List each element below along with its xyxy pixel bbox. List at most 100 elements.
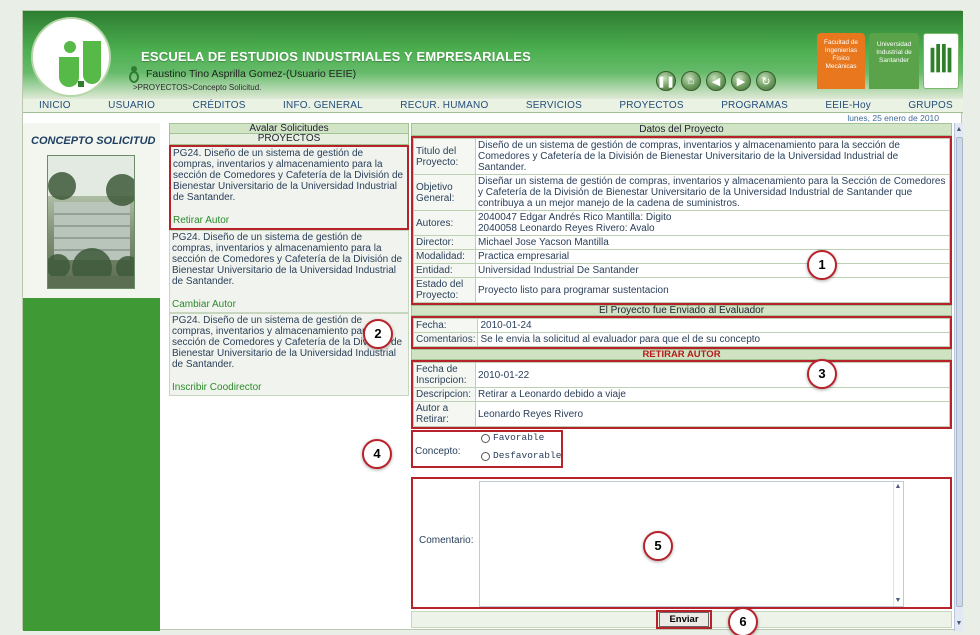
user-icon (129, 66, 139, 83)
faculty-badge: Facultad de Ingenierías Físico Mecánicas (817, 33, 865, 89)
building-photo (47, 155, 135, 289)
table-row: Descripcion: Retirar a Leonardo debido a… (413, 387, 950, 402)
school-logo (31, 17, 111, 97)
radio-button[interactable] (481, 433, 490, 443)
request-item[interactable]: PG24. Diseño de un sistema de gestión de… (169, 230, 409, 313)
field-value: Michael Jose Yacson Mantilla (475, 235, 950, 250)
table-row: Entidad: Universidad Industrial De Santa… (413, 263, 950, 278)
table-row: Director: Michael Jose Yacson Mantilla (413, 235, 950, 250)
field-value: Se le envia la solicitud al evaluador pa… (477, 332, 950, 347)
field-value: Leonardo Reyes Rivero (475, 401, 950, 427)
menu-item-info-general[interactable]: INFO. GENERAL (283, 99, 363, 112)
table-row: Comentarios: Se le envia la solicitud al… (412, 332, 950, 347)
field-value: Diseño de un sistema de gestión de compr… (475, 138, 950, 175)
university-badge: Universidad Industrial de Santander (869, 33, 919, 89)
callout-marker-1: 1 (807, 250, 837, 280)
field-label: Director: (413, 235, 476, 250)
evaluator-header: El Proyecto fue Enviado al Evaluador (411, 305, 952, 316)
menu-item-inicio[interactable]: INICIO (39, 99, 71, 112)
radio-button[interactable] (481, 451, 490, 461)
scroll-up-icon[interactable]: ▲ (894, 482, 902, 492)
retirar-autor-header: RETIRAR AUTOR (411, 349, 952, 360)
table-row: Autores: 2040047 Edgar Andrés Rico Manti… (413, 210, 950, 236)
requests-subheader: PROYECTOS (169, 134, 409, 145)
project-details-panel: Datos del Proyecto Titulo del Proyecto: … (411, 123, 952, 635)
table-row: Estado del Proyecto: Proyecto listo para… (413, 277, 950, 303)
scroll-down-icon[interactable]: ▼ (894, 596, 902, 606)
field-value: 2010-01-24 (477, 318, 950, 333)
requests-panel: Avalar Solicitudes PROYECTOS PG24. Diseñ… (169, 123, 409, 396)
field-value: Practica empresarial (475, 249, 950, 264)
radio-desfavorable[interactable]: Desfavorable (481, 450, 561, 462)
menu-item-recur-humano[interactable]: RECUR. HUMANO (400, 99, 488, 112)
callout-marker-6: 6 (728, 607, 758, 635)
retirar-autor-link[interactable]: Retirar Autor (173, 215, 405, 226)
current-date: lunes, 25 enero de 2010 (847, 113, 939, 123)
project-data-box: Titulo del Proyecto: Diseño de un sistem… (411, 136, 952, 305)
inscribir-coodirector-link[interactable]: Inscribir Coodirector (172, 382, 406, 393)
field-label: Entidad: (413, 263, 476, 278)
main-menu: INICIO USUARIO CRÉDITOS INFO. GENERAL RE… (23, 99, 963, 113)
forward-arrow-icon[interactable]: ▶ (731, 71, 751, 91)
app-window: ESCUELA DE ESTUDIOS INDUSTRIALES Y EMPRE… (22, 10, 963, 635)
field-value: Retirar a Leonardo debido a viaje (475, 387, 950, 402)
request-text: PG24. Diseño de un sistema de gestión de… (172, 232, 403, 287)
field-label: Fecha de Inscripcion: (413, 362, 476, 388)
field-label: Objetivo General: (413, 174, 476, 211)
table-row: Fecha: 2010-01-24 (412, 318, 950, 333)
concepto-label: Concepto: (415, 446, 461, 457)
scroll-up-icon[interactable]: ▲ (955, 125, 963, 135)
field-label: Comentarios: (412, 332, 479, 347)
comentario-textarea[interactable]: ▲ ▼ (479, 481, 904, 607)
school-title: ESCUELA DE ESTUDIOS INDUSTRIALES Y EMPRE… (141, 49, 532, 64)
user-name: Faustino Tino Asprilla Gomez-(Usuario EE… (146, 68, 357, 80)
scroll-thumb[interactable] (956, 137, 963, 607)
radio-favorable[interactable]: Favorable (481, 432, 561, 444)
field-label: Autor a Retirar: (413, 401, 476, 427)
home-icon[interactable]: ⌂ (681, 71, 701, 91)
menu-item-eeie-hoy[interactable]: EEIE-Hoy (825, 99, 871, 112)
refresh-icon[interactable]: ↻ (756, 71, 776, 91)
table-row: Objetivo General: Diseñar un sistema de … (413, 174, 950, 211)
comentario-label: Comentario: (419, 535, 474, 546)
concepto-options: Favorable Desfavorable (481, 432, 561, 462)
radio-label: Desfavorable (493, 450, 562, 461)
table-row: Autor a Retirar: Leonardo Reyes Rivero (413, 401, 950, 427)
field-value: Universidad Industrial De Santander (475, 263, 950, 278)
field-value: Diseñar un sistema de gestión de compras… (475, 174, 950, 211)
menu-item-creditos[interactable]: CRÉDITOS (193, 99, 246, 112)
comentario-box: Comentario: ▲ ▼ (411, 477, 952, 609)
menu-item-usuario[interactable]: USUARIO (108, 99, 155, 112)
uis-logo-icon (923, 33, 959, 89)
school-logo-mark (59, 41, 101, 87)
back-arrow-icon[interactable]: ◀ (706, 71, 726, 91)
page-title: CONCEPTO SOLICITUD (31, 135, 156, 147)
field-label: Modalidad: (413, 249, 476, 264)
page-scrollbar[interactable]: ▲ ▼ (954, 123, 963, 631)
sidebar-panel: CONCEPTO SOLICITUD (23, 123, 160, 298)
author-line: 2040058 Leonardo Reyes Rivero: Avalo (478, 223, 655, 234)
left-sidebar: CONCEPTO SOLICITUD (23, 123, 160, 631)
request-item[interactable]: PG24. Diseño de un sistema de gestión de… (169, 145, 409, 230)
menu-item-servicios[interactable]: SERVICIOS (526, 99, 582, 112)
field-label: Titulo del Proyecto: (413, 138, 476, 175)
menu-item-grupos[interactable]: GRUPOS (908, 99, 953, 112)
enviar-button[interactable]: Enviar (659, 612, 709, 627)
menu-item-proyectos[interactable]: PROYECTOS (619, 99, 683, 112)
callout-marker-4: 4 (362, 439, 392, 469)
textarea-scrollbar[interactable]: ▲ ▼ (893, 482, 903, 606)
table-row: Titulo del Proyecto: Diseño de un sistem… (413, 138, 950, 175)
field-label: Autores: (413, 210, 476, 236)
breadcrumb[interactable]: >PROYECTOS>Concepto Solicitud. (133, 83, 261, 92)
retirar-autor-box: Fecha de Inscripcion: 2010-01-22 Descrip… (411, 360, 952, 429)
menu-item-programas[interactable]: PROGRAMAS (721, 99, 788, 112)
scroll-down-icon[interactable]: ▼ (955, 619, 963, 629)
callout-marker-3: 3 (807, 359, 837, 389)
concepto-box: Concepto: Favorable Desfavorable (411, 430, 563, 468)
table-row: Fecha de Inscripcion: 2010-01-22 (413, 362, 950, 388)
field-label: Descripcion: (413, 387, 476, 402)
exit-icon[interactable]: ❚❚ (656, 71, 676, 91)
field-label: Estado del Proyecto: (413, 277, 476, 303)
cambiar-autor-link[interactable]: Cambiar Autor (172, 299, 406, 310)
project-header: Datos del Proyecto (411, 123, 952, 136)
